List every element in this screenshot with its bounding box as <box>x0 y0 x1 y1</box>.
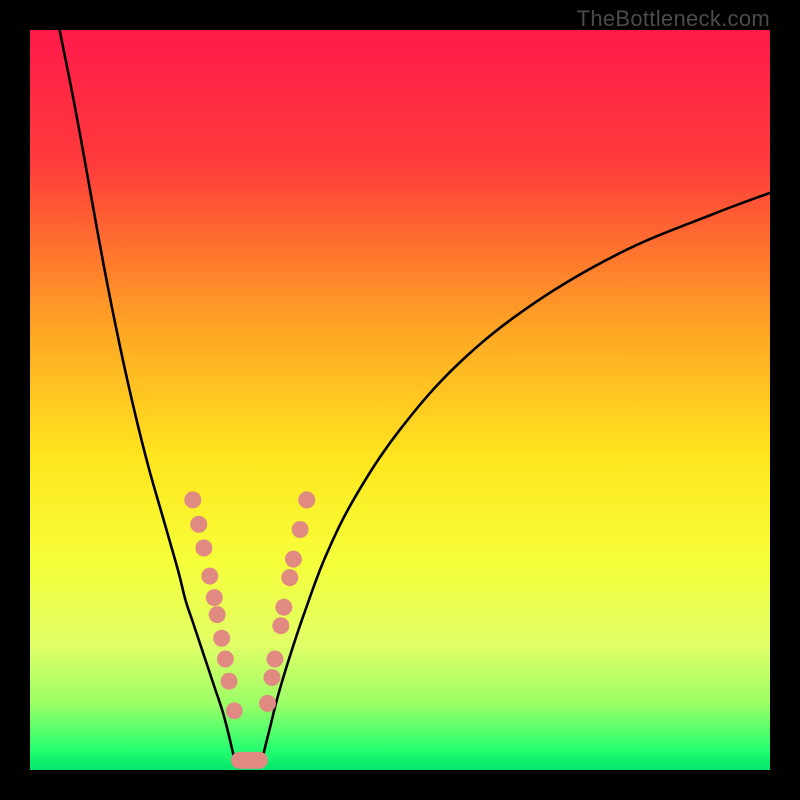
marker-left <box>217 651 234 668</box>
marker-left <box>206 589 223 606</box>
marker-right <box>272 617 289 634</box>
marker-left <box>209 606 226 623</box>
marker-right <box>266 651 283 668</box>
marker-left <box>226 702 243 719</box>
watermark-text: TheBottleneck.com <box>577 6 770 32</box>
marker-left <box>221 673 238 690</box>
marker-right <box>292 521 309 538</box>
marker-left <box>184 491 201 508</box>
marker-left <box>213 630 230 647</box>
marker-left <box>195 540 212 557</box>
chart-svg <box>30 30 770 770</box>
marker-left <box>190 516 207 533</box>
marker-right <box>285 551 302 568</box>
marker-right <box>281 569 298 586</box>
marker-right <box>259 695 276 712</box>
gradient-bg <box>30 30 770 770</box>
marker-right <box>275 599 292 616</box>
marker-right <box>263 669 280 686</box>
marker-right <box>298 491 315 508</box>
plot-area <box>30 30 770 770</box>
chart-frame: TheBottleneck.com <box>0 0 800 800</box>
marker-left <box>201 568 218 585</box>
